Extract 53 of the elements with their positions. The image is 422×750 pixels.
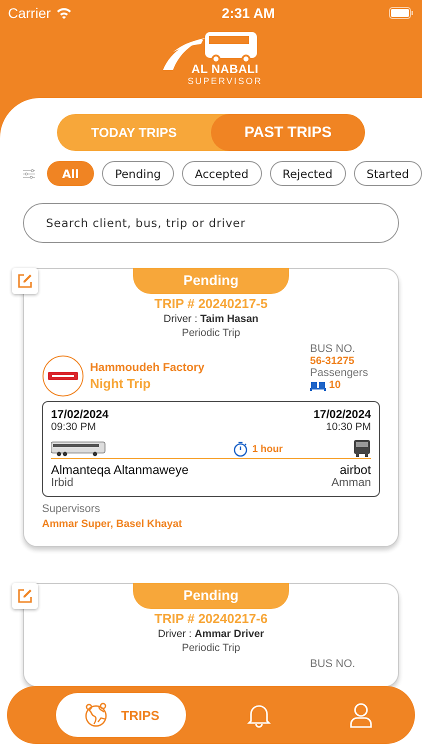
origin-city: Irbid <box>51 477 74 489</box>
shift-label: Night Trip <box>90 376 152 390</box>
end-date: 17/02/2024 <box>313 409 371 421</box>
seat-icon <box>310 380 326 390</box>
trip-type: Periodic Trip <box>182 327 240 339</box>
bus-label: BUS NO. <box>310 658 356 670</box>
destination-place: airbot <box>338 463 371 477</box>
bus-front-icon <box>353 439 371 457</box>
filter-chip[interactable]: Rejected <box>270 161 346 186</box>
start-time: 09:30 PM <box>51 421 97 433</box>
profile-icon <box>348 702 373 728</box>
start-date: 17/02/2024 <box>51 409 109 421</box>
edit-button[interactable] <box>12 583 38 609</box>
filter-chip[interactable]: Started <box>354 161 422 186</box>
logo-subtitle: SUPERVISOR <box>188 76 262 86</box>
trip-card[interactable]: Pending TRIP # 20240217-6 Driver : Ammar Driver Periodic Trip BUS NO. <box>23 583 399 687</box>
edit-icon <box>17 273 33 289</box>
carrier-label: Carrier <box>8 5 51 21</box>
bus-label: BUS NO. <box>310 343 356 355</box>
passengers-label: Passengers <box>310 367 370 379</box>
driver-label: Driver : <box>164 313 198 325</box>
battery-icon <box>388 7 414 19</box>
edit-icon <box>17 588 33 604</box>
driver-name: Ammar Driver <box>194 628 264 640</box>
search-field[interactable]: Search client, bus, trip or driver <box>23 203 399 243</box>
driver-label: Driver : <box>158 628 192 640</box>
filter-chip[interactable]: Accepted <box>182 161 262 186</box>
company-logo-icon <box>42 355 84 397</box>
globe-pins-icon <box>83 702 110 728</box>
supervisor-names: Ammar Super, Basel Khayat <box>42 518 182 530</box>
wifi-icon <box>56 7 72 19</box>
bell-icon <box>246 702 271 728</box>
edit-button[interactable] <box>12 268 38 294</box>
trip-type: Periodic Trip <box>182 642 240 654</box>
client-name: Hammoudeh Factory <box>90 362 204 374</box>
trip-card[interactable] <box>23 268 399 547</box>
logo-title: AL NABALI <box>191 62 259 76</box>
trip-duration: 1 hour <box>252 444 283 454</box>
status-label: Pending <box>133 268 289 294</box>
destination-city: Amman <box>331 477 371 489</box>
status-label: Pending <box>133 583 289 609</box>
bus-number: 56-31275 <box>310 355 356 367</box>
passenger-count: 10 <box>329 379 341 391</box>
driver-name: Taim Hasan <box>200 313 258 325</box>
origin-place: Almanteqa Altanmaweye <box>51 463 189 477</box>
trip-number: TRIP # 20240217-6 <box>154 611 268 626</box>
end-time: 10:30 PM <box>325 421 371 433</box>
clock-time: 2:31 AM <box>222 5 275 21</box>
stopwatch-icon <box>233 441 248 457</box>
trip-number: TRIP # 20240217-5 <box>154 296 268 311</box>
filter-chip[interactable]: Pending <box>102 161 174 186</box>
bus-side-icon <box>51 441 107 457</box>
supervisors-label: Supervisors <box>42 503 102 515</box>
